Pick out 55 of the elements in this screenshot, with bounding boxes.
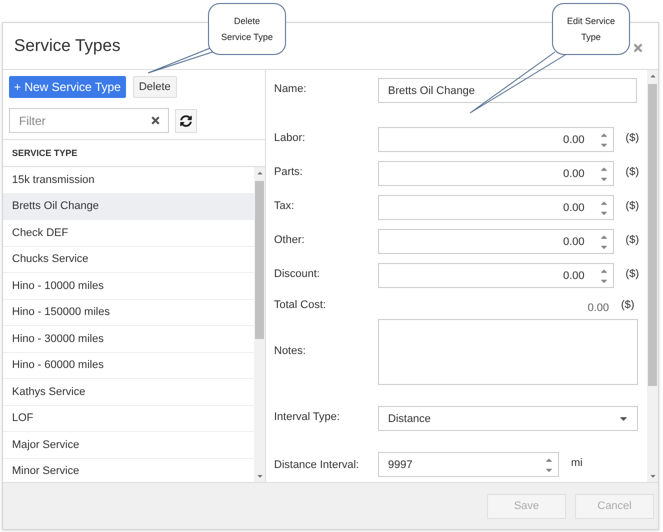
scrollbar[interactable] bbox=[647, 70, 658, 482]
field-label: Tax: bbox=[274, 199, 296, 212]
unit-label: ($) bbox=[626, 233, 639, 246]
delete-button[interactable]: Delete bbox=[132, 76, 177, 98]
scroll-down-icon[interactable] bbox=[256, 472, 264, 480]
list-item[interactable]: Hino - 150000 miles bbox=[3, 300, 254, 326]
field-label: Labor: bbox=[274, 131, 306, 144]
new-service-type-button[interactable]: + New Service Type bbox=[9, 76, 126, 98]
notes-field[interactable] bbox=[378, 319, 638, 385]
field-label: Name: bbox=[274, 82, 308, 95]
unit-label: ($) bbox=[626, 199, 639, 212]
field-label: Other: bbox=[274, 233, 306, 246]
number-field[interactable]: 0.00 bbox=[378, 263, 614, 288]
name-field[interactable]: Bretts Oil Change bbox=[378, 78, 637, 103]
field-label: Notes: bbox=[274, 344, 307, 357]
callout: Delete Service Type bbox=[208, 3, 286, 55]
list-item[interactable]: Check DEF bbox=[3, 220, 254, 246]
unit-label: ($) bbox=[626, 165, 639, 178]
list-item[interactable]: Bretts Oil Change bbox=[3, 194, 254, 220]
number-field[interactable]: 0.00 bbox=[378, 161, 614, 186]
number-field[interactable]: 0.00 bbox=[378, 195, 614, 220]
field-label: Distance Interval: bbox=[274, 458, 360, 471]
scroll-up-icon[interactable] bbox=[648, 72, 656, 80]
refresh-button[interactable] bbox=[175, 108, 197, 132]
list-item[interactable]: LOF bbox=[3, 406, 254, 432]
field-label: Parts: bbox=[274, 165, 304, 178]
list-item[interactable]: Major Service bbox=[3, 432, 254, 458]
total-value: 0.00 bbox=[586, 301, 609, 314]
clear-icon[interactable] bbox=[150, 115, 161, 126]
list-item[interactable]: Hino - 60000 miles bbox=[3, 352, 254, 379]
callout: Edit Service Type bbox=[552, 3, 630, 55]
dialog-title: Service Types bbox=[14, 36, 120, 56]
list-item[interactable]: Hino - 10000 miles bbox=[3, 273, 254, 300]
field-label: Discount: bbox=[274, 267, 321, 280]
scrollbar[interactable] bbox=[254, 167, 265, 482]
list-item[interactable]: 15k transmission bbox=[3, 167, 254, 194]
number-field[interactable]: 0.00 bbox=[378, 127, 614, 152]
field-label: Total Cost: bbox=[274, 298, 327, 311]
scroll-down-icon[interactable] bbox=[648, 472, 656, 480]
filter-field[interactable]: Filter bbox=[9, 108, 169, 133]
refresh-icon bbox=[180, 114, 192, 126]
unit-label: mi bbox=[571, 456, 583, 469]
interval-type-select[interactable]: Distance bbox=[378, 406, 638, 431]
unit-label: ($) bbox=[626, 267, 639, 280]
list-item[interactable]: Kathys Service bbox=[3, 379, 254, 406]
number-field[interactable]: 0.00 bbox=[378, 229, 614, 254]
list-item[interactable]: Minor Service bbox=[3, 458, 254, 482]
list-item[interactable]: Chucks Service bbox=[3, 246, 254, 273]
scroll-up-icon[interactable] bbox=[256, 169, 264, 177]
unit-label: ($) bbox=[621, 298, 634, 311]
number-field[interactable]: 9997 bbox=[378, 452, 559, 477]
unit-label: ($) bbox=[626, 131, 639, 144]
list-item[interactable]: Hino - 30000 miles bbox=[3, 326, 254, 352]
column-header: SERVICE TYPE bbox=[3, 139, 265, 167]
field-label: Interval Type: bbox=[274, 410, 341, 423]
